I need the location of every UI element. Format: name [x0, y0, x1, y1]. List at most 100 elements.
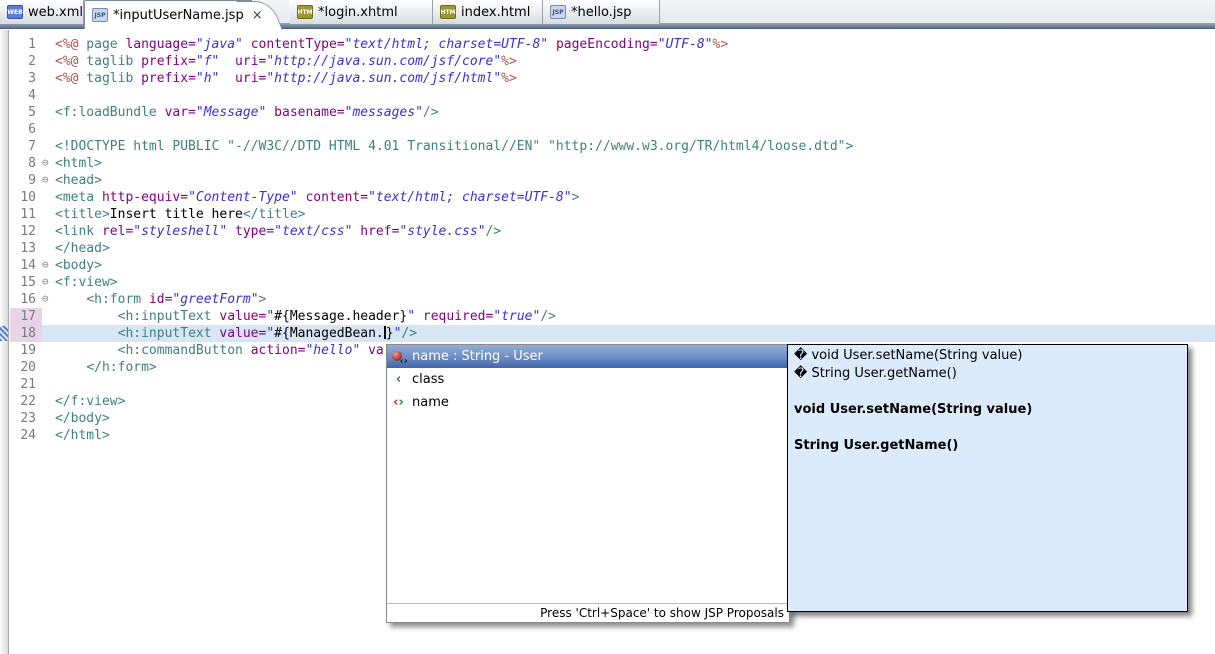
code-line[interactable]: 14⊖<body>: [10, 257, 1215, 274]
code-line[interactable]: 7 <!DOCTYPE html PUBLIC "-//W3C//DTD HTML…: [10, 138, 1215, 155]
javadoc-line: � void User.setName(String value): [794, 347, 1181, 365]
line-number: 7: [10, 138, 42, 155]
code-line[interactable]: 5<f:loadBundle var="Message" basename="m…: [10, 104, 1215, 121]
editor-tab-inputusernamejsp[interactable]: JSP*inputUserName.jsp×: [84, 0, 252, 29]
fold-column: [42, 87, 55, 104]
code-line[interactable]: 1 <%@ page language="java" contentType="t…: [10, 36, 1215, 53]
code-text[interactable]: <h:inputText value="#{Message.header}" r…: [55, 308, 1215, 325]
line-number: 23: [10, 410, 42, 427]
code-text[interactable]: [55, 121, 1215, 138]
tab-label: index.html: [461, 5, 530, 20]
jsp-file-icon: JSP: [92, 8, 108, 22]
htm-file-icon: HTM: [440, 5, 456, 19]
line-number: 8: [10, 155, 42, 172]
fold-column: [42, 342, 55, 359]
content-assist-popup: ‹›name : String - User‹class‹›name Press…: [386, 344, 790, 623]
javadoc-line: void User.setName(String value): [794, 401, 1181, 419]
fold-collapse-icon[interactable]: ⊖: [42, 274, 55, 291]
content-assist-empty-area: [387, 414, 789, 603]
line-number: 18: [10, 325, 42, 342]
line-number: 10: [10, 189, 42, 206]
code-line[interactable]: 16⊖ <h:form id="greetForm">: [10, 291, 1215, 308]
code-line[interactable]: 15⊖<f:view>: [10, 274, 1215, 291]
code-text[interactable]: <body>: [55, 257, 1215, 274]
line-number: 12: [10, 223, 42, 240]
line-number: 9: [10, 172, 42, 189]
javadoc-line: � String User.getName(): [794, 365, 1181, 383]
code-line[interactable]: 17 <h:inputText value="#{Message.header}…: [10, 308, 1215, 325]
line-number: 6: [10, 121, 42, 138]
line-number: 22: [10, 393, 42, 410]
code-text[interactable]: <meta http-equiv="Content-Type" content=…: [55, 189, 1215, 206]
fold-column: [42, 104, 55, 121]
fold-collapse-icon[interactable]: ⊖: [42, 291, 55, 308]
fold-column: [42, 427, 55, 444]
code-text[interactable]: <html>: [55, 155, 1215, 172]
code-text[interactable]: </head>: [55, 240, 1215, 257]
proposal-name[interactable]: ‹›name : String - User: [387, 345, 789, 368]
code-text[interactable]: <h:inputText value="#{ManagedBean.}"/>: [55, 325, 1215, 342]
content-assist-status-bar: Press 'Ctrl+Space' to show JSP Proposals: [387, 603, 789, 622]
code-text[interactable]: <link rel="styleshell" type="text/css" h…: [55, 223, 1215, 240]
code-text[interactable]: <f:view>: [55, 274, 1215, 291]
web-file-icon: WEB: [7, 5, 23, 19]
code-text[interactable]: <head>: [55, 172, 1215, 189]
code-text[interactable]: <!DOCTYPE html PUBLIC "-//W3C//DTD HTML …: [55, 138, 1215, 155]
code-line[interactable]: 2 <%@ taglib prefix="f" uri="http://java.…: [10, 53, 1215, 70]
code-line[interactable]: 6: [10, 121, 1215, 138]
line-number: 19: [10, 342, 42, 359]
tab-label: web.xml: [28, 5, 83, 20]
code-text[interactable]: <title>Insert title here</title>: [55, 206, 1215, 223]
fold-column: [42, 223, 55, 240]
fold-column: [42, 206, 55, 223]
editor-tab-webxml[interactable]: WEB web.xml: [0, 0, 84, 24]
fold-collapse-icon[interactable]: ⊖: [42, 172, 55, 189]
proposal-name[interactable]: ‹›name: [387, 391, 789, 414]
fold-column: [42, 359, 55, 376]
editor-tab-loginxhtml[interactable]: HTM*login.xhtml: [290, 0, 433, 24]
proposal-class[interactable]: ‹class: [387, 368, 789, 391]
code-text[interactable]: <%@ taglib prefix="f" uri="http://java.s…: [55, 53, 1215, 70]
code-line[interactable]: 3<%@ taglib prefix="h" uri="http://java.…: [10, 70, 1215, 87]
code-text[interactable]: <%@ page language="java" contentType="te…: [55, 36, 1215, 53]
code-line[interactable]: 12 <link rel="styleshell" type="text/css"…: [10, 223, 1215, 240]
line-number: 1: [10, 36, 42, 53]
line-number: 24: [10, 427, 42, 444]
fold-column: [42, 410, 55, 427]
line-number: 4: [10, 87, 42, 104]
code-line[interactable]: 9⊖<head>: [10, 172, 1215, 189]
editor-tab-hellojsp[interactable]: JSP *hello.jsp: [543, 0, 660, 24]
line-number: 20: [10, 359, 42, 376]
code-text[interactable]: <%@ taglib prefix="h" uri="http://java.s…: [55, 70, 1215, 87]
code-line[interactable]: 10 <meta http-equiv="Content-Type" conten…: [10, 189, 1215, 206]
code-text[interactable]: <f:loadBundle var="Message" basename="me…: [55, 104, 1215, 121]
line-number: 17: [10, 308, 42, 325]
code-line[interactable]: 18 <h:inputText value="#{ManagedBean.}"/…: [10, 325, 1215, 342]
code-text[interactable]: <h:form id="greetForm">: [55, 291, 1215, 308]
code-line[interactable]: 4: [10, 87, 1215, 104]
code-line[interactable]: 13 </head>: [10, 240, 1215, 257]
fold-column: [42, 376, 55, 393]
annotation-ruler[interactable]: [0, 30, 9, 654]
fold-column: [42, 189, 55, 206]
line-number: 2: [10, 53, 42, 70]
javadoc-line: String User.getName(): [794, 437, 1181, 455]
fold-collapse-icon[interactable]: ⊖: [42, 257, 55, 274]
tab-close-icon[interactable]: ×: [252, 9, 263, 22]
code-line[interactable]: 11 <title>Insert title here</title>: [10, 206, 1215, 223]
tab-label: *hello.jsp: [571, 5, 631, 20]
editor-tab-indexhtml[interactable]: HTM index.html: [433, 0, 543, 24]
jsp-file-icon: JSP: [550, 5, 566, 19]
code-text[interactable]: [55, 87, 1215, 104]
fold-column: [42, 325, 55, 342]
code-line[interactable]: 8⊖<html>: [10, 155, 1215, 172]
fold-column: [42, 308, 55, 325]
proposal-label: class: [412, 372, 444, 387]
htm-file-icon: HTM: [297, 5, 313, 19]
line-number: 14: [10, 257, 42, 274]
fold-column: [42, 36, 55, 53]
line-number: 13: [10, 240, 42, 257]
fold-column: [42, 240, 55, 257]
line-number: 11: [10, 206, 42, 223]
fold-collapse-icon[interactable]: ⊖: [42, 155, 55, 172]
